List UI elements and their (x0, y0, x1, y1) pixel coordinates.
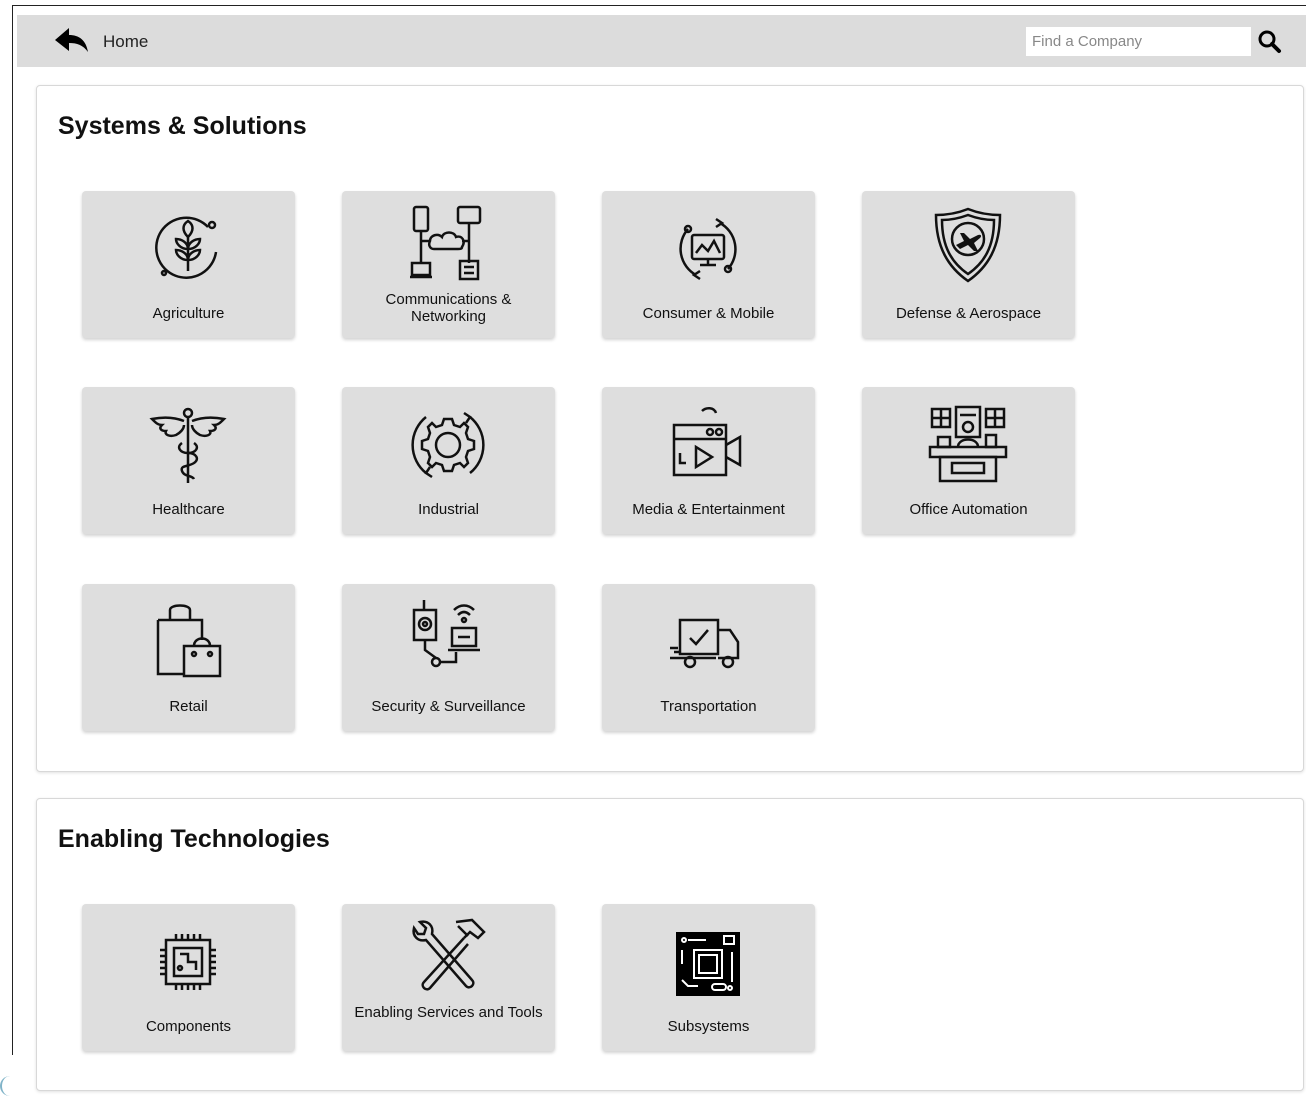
home-link[interactable]: Home (103, 32, 148, 52)
tile-agriculture[interactable]: Agriculture (82, 191, 295, 338)
tile-label: Components (145, 1018, 232, 1035)
company-search-input[interactable] (1026, 27, 1251, 56)
section-title: Systems & Solutions (58, 112, 307, 140)
tile-label: Consumer & Mobile (642, 305, 775, 322)
tile-label: Enabling Services and Tools (354, 1004, 543, 1021)
tile-industrial[interactable]: Industrial (342, 387, 555, 534)
tile-communications-networking[interactable]: Communications & Networking (342, 191, 555, 338)
tile-office-automation[interactable]: Office Automation (862, 387, 1075, 534)
tile-label: Communications & Networking (385, 291, 512, 325)
agriculture-icon (155, 216, 218, 279)
tile-components[interactable]: Components (82, 904, 295, 1051)
tile-label: Industrial (418, 501, 479, 518)
security-camera-icon (412, 600, 480, 668)
tile-retail[interactable]: Retail (82, 584, 295, 731)
tile-label: Subsystems (667, 1018, 750, 1035)
tile-label: Retail (169, 698, 208, 715)
tile-transportation[interactable]: Transportation (602, 584, 815, 731)
wrench-hammer-icon (412, 918, 486, 991)
caduceus-icon (149, 407, 227, 483)
tile-media-entertainment[interactable]: Media & Entertainment (602, 387, 815, 534)
tile-label: Agriculture (152, 305, 225, 322)
tile-label: Transportation (660, 698, 757, 715)
video-camera-icon (672, 407, 742, 477)
tile-label: Office Automation (909, 501, 1028, 518)
frame-border-top (12, 5, 1306, 6)
gear-icon (411, 411, 485, 479)
enabling-technologies-panel: Enabling Technologies Components Enablin… (36, 798, 1304, 1091)
tile-security-surveillance[interactable]: Security & Surveillance (342, 584, 555, 731)
office-desk-icon (928, 405, 1008, 483)
network-icon (410, 205, 482, 281)
shopping-bags-icon (156, 604, 222, 678)
tile-defense-aerospace[interactable]: Defense & Aerospace (862, 191, 1075, 338)
tile-label: Security & Surveillance (371, 698, 526, 715)
tile-enabling-services-tools[interactable]: Enabling Services and Tools (342, 904, 555, 1051)
frame-border-left (12, 5, 13, 1055)
systems-solutions-panel: Systems & Solutions Agriculture Communic… (36, 85, 1304, 772)
tile-label: Media & Entertainment (632, 501, 785, 518)
back-arrow-icon[interactable] (53, 26, 89, 56)
chip-icon (160, 934, 216, 990)
tile-label: Defense & Aerospace (895, 305, 1042, 322)
tile-subsystems[interactable]: Subsystems (602, 904, 815, 1051)
consumer-mobile-icon (679, 217, 737, 281)
delivery-truck-icon (670, 618, 740, 669)
section-title: Enabling Technologies (58, 825, 330, 853)
tile-healthcare[interactable]: Healthcare (82, 387, 295, 534)
shield-plane-icon (934, 207, 1002, 283)
tile-consumer-mobile[interactable]: Consumer & Mobile (602, 191, 815, 338)
scroll-indicator (0, 1076, 10, 1096)
circuit-board-icon (676, 932, 740, 996)
tile-label: Healthcare (152, 501, 225, 518)
top-nav-bar: Home (17, 15, 1306, 67)
search-icon[interactable] (1257, 29, 1283, 55)
